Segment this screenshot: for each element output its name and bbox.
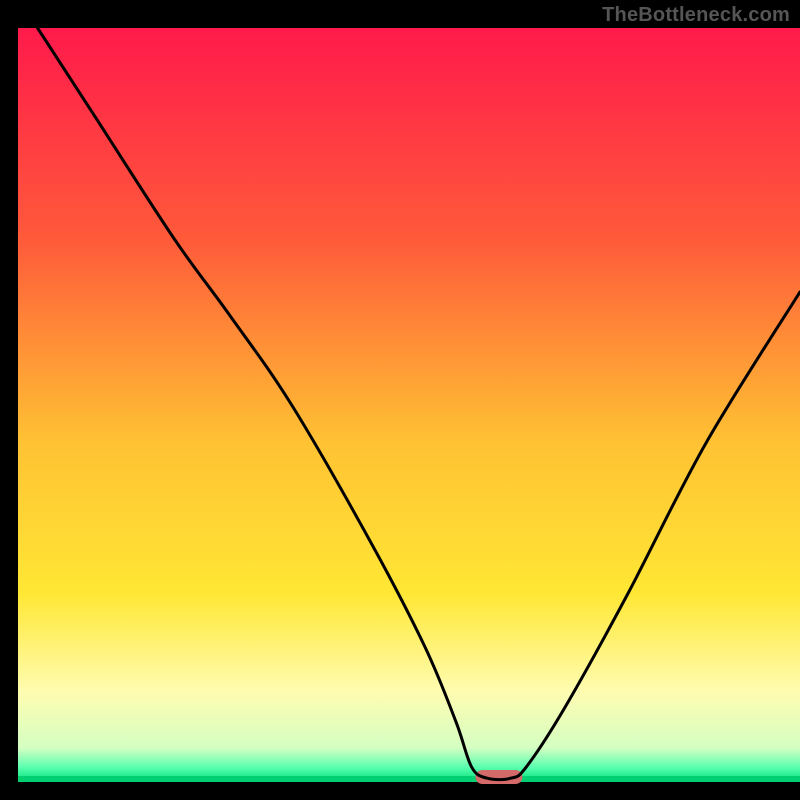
gradient-background xyxy=(18,28,800,782)
chart-container: TheBottleneck.com xyxy=(0,0,800,800)
watermark-text: TheBottleneck.com xyxy=(602,4,790,27)
bottleneck-chart xyxy=(0,0,800,800)
baseline-strip xyxy=(18,776,800,782)
